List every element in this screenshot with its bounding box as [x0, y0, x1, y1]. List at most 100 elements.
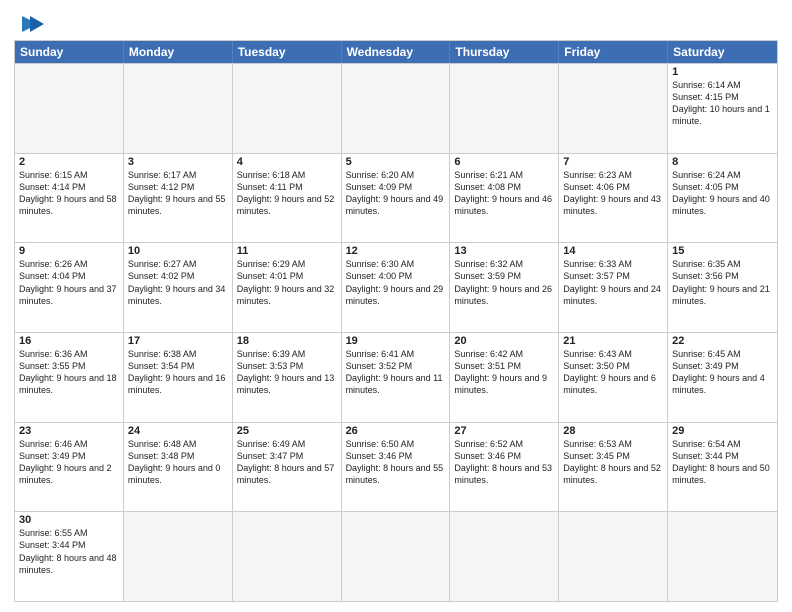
calendar-cell: 7Sunrise: 6:23 AM Sunset: 4:06 PM Daylig… — [559, 154, 668, 243]
calendar-cell — [559, 512, 668, 601]
day-info: Sunrise: 6:50 AM Sunset: 3:46 PM Dayligh… — [346, 438, 446, 487]
day-number: 17 — [128, 335, 228, 347]
day-info: Sunrise: 6:38 AM Sunset: 3:54 PM Dayligh… — [128, 348, 228, 397]
calendar-row: 23Sunrise: 6:46 AM Sunset: 3:49 PM Dayli… — [15, 422, 777, 512]
calendar-cell — [342, 64, 451, 153]
day-info: Sunrise: 6:33 AM Sunset: 3:57 PM Dayligh… — [563, 258, 663, 307]
calendar-cell: 29Sunrise: 6:54 AM Sunset: 3:44 PM Dayli… — [668, 423, 777, 512]
calendar-body: 1Sunrise: 6:14 AM Sunset: 4:15 PM Daylig… — [15, 63, 777, 601]
day-info: Sunrise: 6:55 AM Sunset: 3:44 PM Dayligh… — [19, 527, 119, 576]
day-info: Sunrise: 6:48 AM Sunset: 3:48 PM Dayligh… — [128, 438, 228, 487]
calendar-cell: 4Sunrise: 6:18 AM Sunset: 4:11 PM Daylig… — [233, 154, 342, 243]
calendar-cell — [668, 512, 777, 601]
header-day-tuesday: Tuesday — [233, 41, 342, 63]
calendar-cell — [124, 512, 233, 601]
calendar-cell: 17Sunrise: 6:38 AM Sunset: 3:54 PM Dayli… — [124, 333, 233, 422]
day-info: Sunrise: 6:24 AM Sunset: 4:05 PM Dayligh… — [672, 169, 773, 218]
day-number: 8 — [672, 156, 773, 168]
header-day-thursday: Thursday — [450, 41, 559, 63]
calendar-cell: 16Sunrise: 6:36 AM Sunset: 3:55 PM Dayli… — [15, 333, 124, 422]
calendar-cell: 6Sunrise: 6:21 AM Sunset: 4:08 PM Daylig… — [450, 154, 559, 243]
header — [14, 10, 778, 34]
day-number: 29 — [672, 425, 773, 437]
day-info: Sunrise: 6:32 AM Sunset: 3:59 PM Dayligh… — [454, 258, 554, 307]
day-info: Sunrise: 6:14 AM Sunset: 4:15 PM Dayligh… — [672, 79, 773, 128]
day-number: 4 — [237, 156, 337, 168]
day-info: Sunrise: 6:54 AM Sunset: 3:44 PM Dayligh… — [672, 438, 773, 487]
calendar-row: 1Sunrise: 6:14 AM Sunset: 4:15 PM Daylig… — [15, 63, 777, 153]
day-info: Sunrise: 6:42 AM Sunset: 3:51 PM Dayligh… — [454, 348, 554, 397]
day-info: Sunrise: 6:53 AM Sunset: 3:45 PM Dayligh… — [563, 438, 663, 487]
calendar-cell — [233, 512, 342, 601]
calendar-cell: 27Sunrise: 6:52 AM Sunset: 3:46 PM Dayli… — [450, 423, 559, 512]
day-number: 30 — [19, 514, 119, 526]
header-day-monday: Monday — [124, 41, 233, 63]
calendar-cell: 21Sunrise: 6:43 AM Sunset: 3:50 PM Dayli… — [559, 333, 668, 422]
day-number: 11 — [237, 245, 337, 257]
calendar-cell — [450, 64, 559, 153]
calendar-header: SundayMondayTuesdayWednesdayThursdayFrid… — [15, 41, 777, 63]
calendar-cell — [342, 512, 451, 601]
calendar-cell: 10Sunrise: 6:27 AM Sunset: 4:02 PM Dayli… — [124, 243, 233, 332]
page: SundayMondayTuesdayWednesdayThursdayFrid… — [0, 0, 792, 612]
calendar-cell — [124, 64, 233, 153]
logo-icon — [16, 14, 44, 34]
day-number: 7 — [563, 156, 663, 168]
day-number: 25 — [237, 425, 337, 437]
calendar-cell: 28Sunrise: 6:53 AM Sunset: 3:45 PM Dayli… — [559, 423, 668, 512]
calendar-cell: 14Sunrise: 6:33 AM Sunset: 3:57 PM Dayli… — [559, 243, 668, 332]
day-number: 16 — [19, 335, 119, 347]
calendar-cell: 26Sunrise: 6:50 AM Sunset: 3:46 PM Dayli… — [342, 423, 451, 512]
calendar-cell: 11Sunrise: 6:29 AM Sunset: 4:01 PM Dayli… — [233, 243, 342, 332]
day-number: 1 — [672, 66, 773, 78]
logo — [14, 14, 44, 34]
day-info: Sunrise: 6:23 AM Sunset: 4:06 PM Dayligh… — [563, 169, 663, 218]
calendar-cell: 20Sunrise: 6:42 AM Sunset: 3:51 PM Dayli… — [450, 333, 559, 422]
day-number: 5 — [346, 156, 446, 168]
day-info: Sunrise: 6:45 AM Sunset: 3:49 PM Dayligh… — [672, 348, 773, 397]
calendar-cell: 19Sunrise: 6:41 AM Sunset: 3:52 PM Dayli… — [342, 333, 451, 422]
calendar-row: 2Sunrise: 6:15 AM Sunset: 4:14 PM Daylig… — [15, 153, 777, 243]
calendar-cell: 5Sunrise: 6:20 AM Sunset: 4:09 PM Daylig… — [342, 154, 451, 243]
calendar-cell: 30Sunrise: 6:55 AM Sunset: 3:44 PM Dayli… — [15, 512, 124, 601]
day-number: 12 — [346, 245, 446, 257]
day-number: 24 — [128, 425, 228, 437]
calendar: SundayMondayTuesdayWednesdayThursdayFrid… — [14, 40, 778, 602]
day-info: Sunrise: 6:17 AM Sunset: 4:12 PM Dayligh… — [128, 169, 228, 218]
day-number: 14 — [563, 245, 663, 257]
day-info: Sunrise: 6:35 AM Sunset: 3:56 PM Dayligh… — [672, 258, 773, 307]
calendar-row: 30Sunrise: 6:55 AM Sunset: 3:44 PM Dayli… — [15, 511, 777, 601]
calendar-cell: 23Sunrise: 6:46 AM Sunset: 3:49 PM Dayli… — [15, 423, 124, 512]
day-info: Sunrise: 6:27 AM Sunset: 4:02 PM Dayligh… — [128, 258, 228, 307]
day-number: 2 — [19, 156, 119, 168]
calendar-cell: 12Sunrise: 6:30 AM Sunset: 4:00 PM Dayli… — [342, 243, 451, 332]
header-day-sunday: Sunday — [15, 41, 124, 63]
day-number: 23 — [19, 425, 119, 437]
day-number: 9 — [19, 245, 119, 257]
day-number: 15 — [672, 245, 773, 257]
day-number: 28 — [563, 425, 663, 437]
day-number: 22 — [672, 335, 773, 347]
calendar-cell: 18Sunrise: 6:39 AM Sunset: 3:53 PM Dayli… — [233, 333, 342, 422]
day-number: 20 — [454, 335, 554, 347]
day-info: Sunrise: 6:26 AM Sunset: 4:04 PM Dayligh… — [19, 258, 119, 307]
calendar-cell: 1Sunrise: 6:14 AM Sunset: 4:15 PM Daylig… — [668, 64, 777, 153]
day-number: 10 — [128, 245, 228, 257]
calendar-cell: 15Sunrise: 6:35 AM Sunset: 3:56 PM Dayli… — [668, 243, 777, 332]
day-number: 3 — [128, 156, 228, 168]
day-info: Sunrise: 6:20 AM Sunset: 4:09 PM Dayligh… — [346, 169, 446, 218]
day-info: Sunrise: 6:18 AM Sunset: 4:11 PM Dayligh… — [237, 169, 337, 218]
header-day-wednesday: Wednesday — [342, 41, 451, 63]
day-number: 27 — [454, 425, 554, 437]
calendar-cell: 22Sunrise: 6:45 AM Sunset: 3:49 PM Dayli… — [668, 333, 777, 422]
day-info: Sunrise: 6:30 AM Sunset: 4:00 PM Dayligh… — [346, 258, 446, 307]
day-info: Sunrise: 6:41 AM Sunset: 3:52 PM Dayligh… — [346, 348, 446, 397]
calendar-cell — [450, 512, 559, 601]
day-info: Sunrise: 6:21 AM Sunset: 4:08 PM Dayligh… — [454, 169, 554, 218]
day-number: 13 — [454, 245, 554, 257]
calendar-cell — [559, 64, 668, 153]
day-number: 18 — [237, 335, 337, 347]
day-number: 26 — [346, 425, 446, 437]
calendar-cell — [233, 64, 342, 153]
day-number: 19 — [346, 335, 446, 347]
